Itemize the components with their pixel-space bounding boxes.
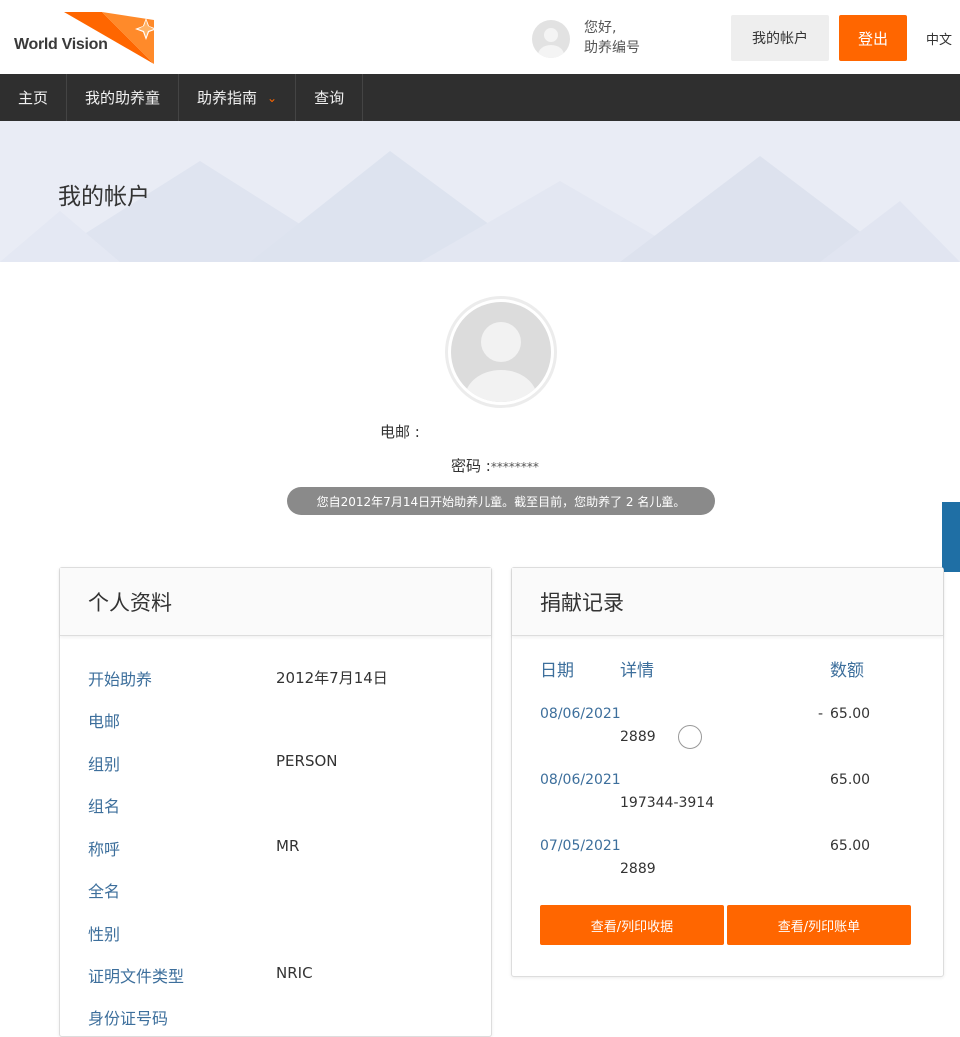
password-mask: ******** [490, 460, 539, 474]
nav-item-label: 助养指南 [197, 89, 258, 107]
field-value: NRIC [276, 964, 313, 982]
nav-item-label: 主页 [18, 89, 49, 107]
logout-button[interactable]: 登出 [839, 15, 907, 61]
nav-item-sponsor-guide[interactable]: 助养指南 ⌄ [179, 74, 297, 121]
page-banner: 我的帐户 [0, 121, 960, 262]
field-label: 开始助养 [88, 670, 153, 689]
nav-item-label: 我的助养童 [85, 89, 161, 107]
person-icon [465, 322, 537, 402]
nav-item-label: 查询 [314, 89, 345, 107]
sponsor-summary-badge: 您自2012年7月14日开始助养儿童。截至目前，您助养了 2 名儿童。 [287, 487, 715, 515]
page-title: 我的帐户 [58, 184, 150, 210]
view-print-receipt-button[interactable]: 查看/列印收据 [540, 905, 724, 945]
profile-avatar [445, 296, 557, 408]
personal-info-panel: 个人资料 开始助养 2012年7月14日 电邮 组别 PERSON 组名 称呼 … [59, 567, 492, 1037]
field-value: MR [276, 837, 300, 855]
view-print-statement-button[interactable]: 查看/列印账单 [727, 905, 911, 945]
column-header-detail: 详情 [620, 661, 654, 681]
field-label: 称呼 [88, 840, 121, 859]
profile-password: 密码 :******** [451, 455, 539, 476]
circle-icon [678, 725, 702, 749]
donation-detail: 197344-3914 [620, 795, 715, 811]
donation-amount: 65.00 [830, 838, 871, 854]
field-label: 组名 [88, 797, 121, 816]
field-label: 电邮 [88, 712, 121, 731]
field-label: 性别 [88, 925, 121, 944]
person-icon [538, 28, 564, 58]
password-label: 密码 : [451, 457, 491, 475]
field-label: 身份证号码 [88, 1009, 169, 1028]
field-label: 证明文件类型 [88, 967, 185, 986]
nav-item-home[interactable]: 主页 [0, 74, 68, 121]
greeting-sponsor-id: 助养编号 [584, 40, 640, 56]
field-value: PERSON [276, 752, 338, 770]
donation-date[interactable]: 08/06/2021 [540, 772, 621, 788]
panel-title: 捐献记录 [512, 568, 943, 636]
greeting: 您好, 助养编号 [584, 18, 640, 58]
donation-dash: - [818, 706, 824, 722]
field-value: 2012年7月14日 [276, 669, 388, 687]
world-vision-logo[interactable]: World Vision [14, 8, 164, 68]
chevron-down-icon: ⌄ [267, 90, 278, 105]
donation-records-panel: 捐献记录 日期 详情 数额 08/06/2021 - 65.00 2889 08… [511, 567, 944, 977]
donation-date[interactable]: 07/05/2021 [540, 838, 621, 854]
field-label: 组别 [88, 755, 121, 774]
user-avatar[interactable] [532, 20, 570, 58]
donation-date[interactable]: 08/06/2021 [540, 706, 621, 722]
my-account-button[interactable]: 我的帐户 [731, 15, 829, 61]
column-header-amount: 数额 [830, 661, 864, 681]
donation-detail: 2889 [620, 729, 656, 745]
greeting-hello: 您好, [584, 20, 617, 36]
top-header: World Vision 您好, 助养编号 我的帐户 登出 中文 [0, 0, 960, 74]
side-feedback-tab[interactable] [942, 502, 960, 572]
logo-wordmark: World Vision [14, 36, 108, 53]
panel-title: 个人资料 [60, 568, 491, 636]
language-selector[interactable]: 中文 [926, 29, 952, 48]
nav-item-my-children[interactable]: 我的助养童 [67, 74, 180, 121]
donation-detail: 2889 [620, 861, 656, 877]
profile-email: 电邮 : [380, 423, 420, 441]
donation-amount: 65.00 [830, 706, 871, 722]
donation-amount: 65.00 [830, 772, 871, 788]
column-header-date: 日期 [540, 661, 574, 681]
field-label: 全名 [88, 882, 121, 901]
nav-item-inquiry[interactable]: 查询 [296, 74, 364, 121]
main-nav: 主页 我的助养童 助养指南 ⌄ 查询 [0, 74, 960, 121]
